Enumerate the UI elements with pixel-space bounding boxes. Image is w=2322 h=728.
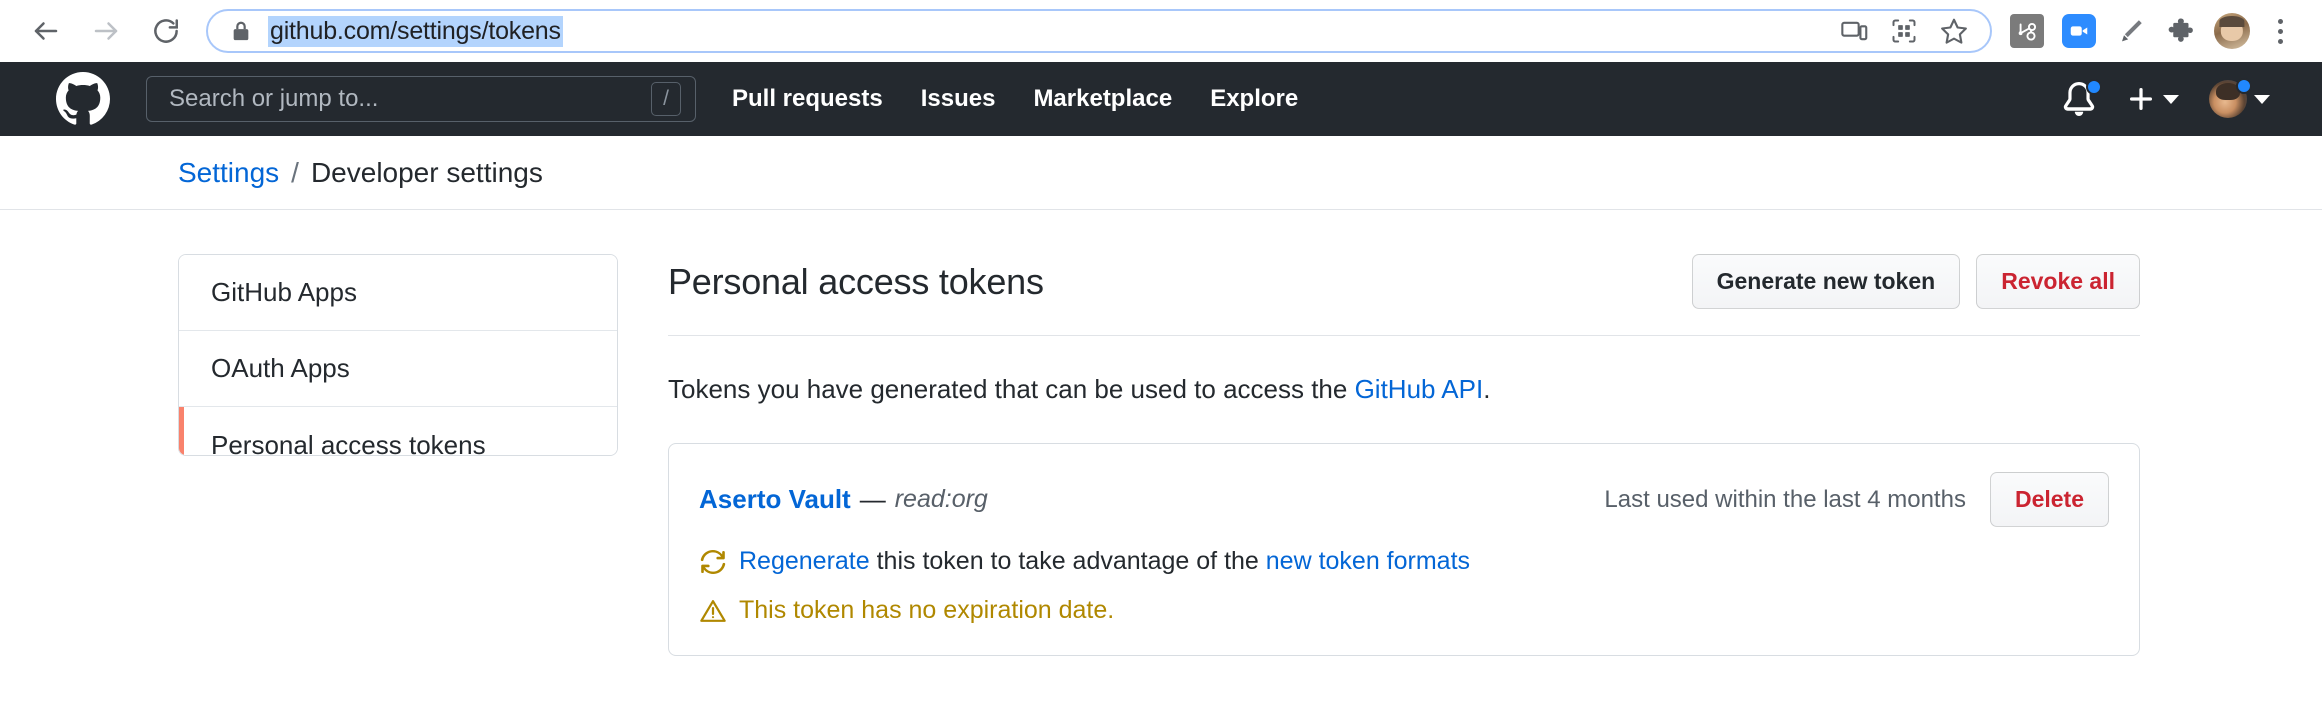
- reload-button[interactable]: [138, 3, 194, 59]
- puzzle-icon: [2168, 18, 2193, 42]
- github-logo-icon[interactable]: [56, 72, 110, 126]
- regenerate-link[interactable]: Regenerate: [739, 547, 870, 576]
- browser-extensions: [2006, 9, 2300, 53]
- new-token-formats-link[interactable]: new token formats: [1266, 547, 1470, 576]
- arrow-right-icon: [94, 22, 118, 40]
- nav-explore[interactable]: Explore: [1210, 85, 1298, 113]
- token-list: Aserto Vault — read:org Last used within…: [668, 443, 2140, 656]
- create-new-button[interactable]: [2126, 84, 2179, 114]
- arrow-left-icon: [34, 22, 58, 40]
- sync-circle-icon: [699, 548, 727, 576]
- sidebar-item-label: GitHub Apps: [211, 277, 357, 307]
- delete-token-button[interactable]: Delete: [1989, 472, 2109, 527]
- tokens-description: Tokens you have generated that can be us…: [668, 374, 2140, 405]
- sidebar-item-github-apps[interactable]: GitHub Apps: [179, 255, 617, 331]
- search-input[interactable]: Search or jump to... /: [146, 76, 696, 122]
- address-bar-url[interactable]: github.com/settings/tokens: [268, 15, 563, 47]
- user-menu-button[interactable]: [2209, 78, 2270, 118]
- avatar-status-dot: [2236, 78, 2252, 94]
- extensions-puzzle-button[interactable]: [2162, 10, 2204, 52]
- breadcrumb-separator: /: [291, 156, 299, 188]
- cast-device-icon[interactable]: [1832, 9, 1876, 53]
- address-bar[interactable]: github.com/settings/tokens: [206, 9, 1992, 53]
- zoom-extension-button[interactable]: [2058, 10, 2100, 52]
- omnibox-icons: [1832, 9, 1986, 53]
- regenerate-middle-text: this token to take advantage of the: [869, 547, 1266, 575]
- forward-button[interactable]: [78, 3, 134, 59]
- search-placeholder: Search or jump to...: [169, 85, 379, 112]
- header-nav: Pull requests Issues Marketplace Explore: [732, 85, 1298, 113]
- sidebar-item-oauth-apps[interactable]: OAuth Apps: [179, 331, 617, 407]
- page-body: GitHub Apps OAuth Apps Personal access t…: [0, 210, 2322, 656]
- breadcrumb-current: Developer settings: [310, 156, 543, 188]
- token-meta: Last used within the last 4 months Delet…: [1604, 472, 2109, 527]
- lock-icon: [230, 19, 252, 43]
- pencil-extension-button[interactable]: [2110, 10, 2152, 52]
- token-row-header: Aserto Vault — read:org Last used within…: [699, 472, 2109, 527]
- browser-toolbar: github.com/settings/tokens: [0, 0, 2322, 62]
- chevron-down-icon: [2254, 94, 2270, 104]
- token-list-item: Aserto Vault — read:org Last used within…: [669, 444, 2139, 655]
- token-dash: —: [859, 484, 886, 514]
- description-text-post: .: [1483, 374, 1491, 404]
- token-scope: read:org: [894, 485, 988, 513]
- settings-sidebar: GitHub Apps OAuth Apps Personal access t…: [178, 254, 618, 456]
- notification-dot: [2086, 79, 2102, 95]
- generate-new-token-button[interactable]: Generate new token: [1691, 254, 1961, 309]
- content-header: Personal access tokens Generate new toke…: [668, 254, 2140, 336]
- chrome-profile-avatar[interactable]: [2214, 13, 2250, 49]
- pencil-icon: [2122, 20, 2142, 42]
- sidebar-item-personal-access-tokens[interactable]: Personal access tokens: [179, 407, 617, 456]
- search-shortcut-badge: /: [651, 82, 681, 116]
- token-last-used: Last used within the last 4 months: [1604, 485, 1966, 513]
- browser-nav-buttons: [18, 3, 194, 59]
- bookmark-star-icon[interactable]: [1932, 9, 1976, 53]
- github-header: Search or jump to... / Pull requests Iss…: [0, 62, 2322, 136]
- warning-text: This token has no expiration date.: [739, 596, 1115, 624]
- breadcrumb: Settings / Developer settings: [0, 136, 2322, 210]
- chevron-down-icon: [2163, 94, 2179, 104]
- reload-icon: [154, 19, 179, 43]
- qr-code-icon[interactable]: [1882, 9, 1926, 53]
- nav-marketplace[interactable]: Marketplace: [1033, 85, 1172, 113]
- alert-triangle-icon: [699, 597, 727, 625]
- page-title: Personal access tokens: [668, 260, 1044, 302]
- nav-pull-requests[interactable]: Pull requests: [732, 85, 883, 113]
- github-api-link[interactable]: GitHub API: [1355, 374, 1484, 404]
- header-action-buttons: Generate new token Revoke all: [1691, 254, 2140, 309]
- main-content: Personal access tokens Generate new toke…: [668, 254, 2322, 656]
- token-regenerate-line: Regenerate this token to take advantage …: [699, 547, 2109, 576]
- description-text-pre: Tokens you have generated that can be us…: [668, 374, 1355, 404]
- nav-issues[interactable]: Issues: [921, 85, 996, 113]
- hubspot-extension-button[interactable]: [2006, 10, 2048, 52]
- sidebar-item-label: Personal access tokens: [211, 429, 486, 456]
- sidebar-item-label: OAuth Apps: [211, 353, 350, 383]
- back-button[interactable]: [18, 3, 74, 59]
- token-expiration-warning: This token has no expiration date.: [699, 596, 2109, 625]
- plus-icon: [2130, 88, 2152, 110]
- hubspot-icon: [2010, 14, 2044, 48]
- header-actions: [2062, 78, 2290, 118]
- three-dot-menu-icon[interactable]: [2260, 9, 2300, 53]
- zoom-icon: [2062, 14, 2096, 48]
- token-name-link[interactable]: Aserto Vault: [699, 484, 851, 515]
- notifications-button[interactable]: [2062, 79, 2102, 116]
- breadcrumb-settings-link[interactable]: Settings: [178, 157, 279, 189]
- revoke-all-button[interactable]: Revoke all: [1976, 254, 2140, 309]
